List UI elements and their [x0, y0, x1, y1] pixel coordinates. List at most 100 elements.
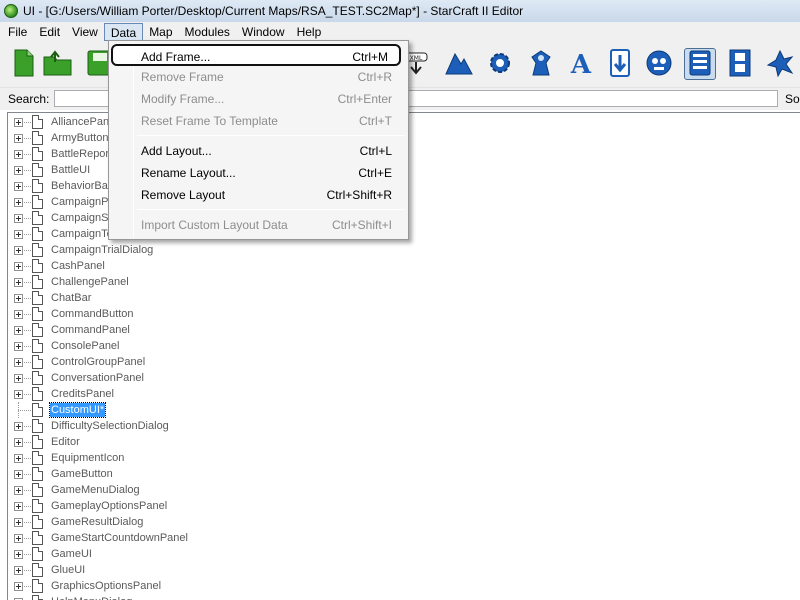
expand-plus-icon[interactable]: [14, 150, 23, 159]
tree-connector: [24, 314, 31, 315]
expand-plus-icon[interactable]: [14, 534, 23, 543]
tree-connector: [24, 234, 31, 235]
tree-item[interactable]: ConversationPanel: [8, 370, 308, 386]
tree-item[interactable]: CommandPanel: [8, 322, 308, 338]
tree-item[interactable]: GameplayOptionsPanel: [8, 498, 308, 514]
tree-item[interactable]: GameMenuDialog: [8, 482, 308, 498]
menu-item-rename-layout[interactable]: Rename Layout... Ctrl+E: [111, 162, 406, 184]
menu-help[interactable]: Help: [291, 23, 328, 41]
menu-item-label: Import Custom Layout Data: [141, 218, 288, 232]
expand-plus-icon[interactable]: [14, 342, 23, 351]
expand-plus-icon[interactable]: [14, 326, 23, 335]
expand-plus-icon[interactable]: [14, 518, 23, 527]
tree-item-label: ConversationPanel: [51, 372, 144, 384]
expand-plus-icon[interactable]: [14, 582, 23, 591]
tree-item[interactable]: HelpMenuDialog: [8, 594, 308, 600]
tree-connector: [24, 250, 31, 251]
ui-editor-button[interactable]: [684, 48, 716, 80]
triggers-gear-button[interactable]: [484, 48, 516, 80]
import-arrow-button[interactable]: [604, 48, 636, 80]
expand-plus-icon[interactable]: [14, 182, 23, 191]
expand-plus-icon[interactable]: [14, 118, 23, 127]
terrain-icon: [445, 50, 473, 79]
expand-plus-icon[interactable]: [14, 454, 23, 463]
menu-file[interactable]: File: [2, 23, 33, 41]
expand-plus-icon[interactable]: [14, 134, 23, 143]
tree-item[interactable]: ControlGroupPanel: [8, 354, 308, 370]
tree-item[interactable]: GameResultDialog: [8, 514, 308, 530]
expand-plus-icon[interactable]: [14, 502, 23, 511]
expand-plus-icon[interactable]: [14, 470, 23, 479]
menu-item-add-layout[interactable]: Add Layout... Ctrl+L: [111, 140, 406, 162]
tree-item[interactable]: GameStartCountdownPanel: [8, 530, 308, 546]
expand-plus-icon[interactable]: [14, 390, 23, 399]
tree-connector: [24, 218, 31, 219]
expand-plus-icon[interactable]: [14, 438, 23, 447]
window-title: UI - [G:/Users/William Porter/Desktop/Cu…: [23, 4, 524, 18]
tree-item-label: CommandButton: [51, 308, 134, 320]
data-unit-button[interactable]: [525, 48, 557, 80]
tree-item[interactable]: ChallengePanel: [8, 274, 308, 290]
tree-item[interactable]: DifficultySelectionDialog: [8, 418, 308, 434]
tree-item[interactable]: CreditsPanel: [8, 386, 308, 402]
document-icon: [32, 387, 43, 401]
menu-item-label: Rename Layout...: [141, 166, 236, 180]
document-icon: [32, 467, 43, 481]
expand-plus-icon[interactable]: [14, 422, 23, 431]
expand-plus-icon[interactable]: [14, 278, 23, 287]
document-icon: [32, 371, 43, 385]
expand-plus-icon[interactable]: [14, 214, 23, 223]
new-file-button[interactable]: [8, 48, 40, 80]
tree-item[interactable]: CashPanel: [8, 258, 308, 274]
menu-edit[interactable]: Edit: [33, 23, 66, 41]
expand-plus-icon[interactable]: [14, 566, 23, 575]
tree-connector: [24, 586, 31, 587]
expand-plus-icon[interactable]: [14, 358, 23, 367]
tree-item-label: GameUI: [51, 548, 92, 560]
document-icon: [32, 403, 43, 417]
document-icon: [32, 515, 43, 529]
menu-item-add-frame[interactable]: Add Frame... Ctrl+M: [111, 44, 401, 66]
expand-plus-icon[interactable]: [14, 230, 23, 239]
tree-item[interactable]: CustomUI*: [8, 402, 308, 418]
film-button[interactable]: [724, 48, 756, 80]
ai-button[interactable]: [764, 48, 796, 80]
tree-connector: [24, 282, 31, 283]
menu-map[interactable]: Map: [143, 23, 178, 41]
menu-item-label: Modify Frame...: [141, 92, 225, 106]
terrain-button[interactable]: [443, 48, 475, 80]
data-unit-icon: [527, 49, 555, 80]
tree-item[interactable]: EquipmentIcon: [8, 450, 308, 466]
expand-plus-icon[interactable]: [14, 166, 23, 175]
expand-plus-icon[interactable]: [14, 374, 23, 383]
tree-item[interactable]: Editor: [8, 434, 308, 450]
expand-plus-icon[interactable]: [14, 550, 23, 559]
tree-item-label: GraphicsOptionsPanel: [51, 580, 162, 592]
expand-plus-icon[interactable]: [14, 198, 23, 207]
tree-item[interactable]: GlueUI: [8, 562, 308, 578]
text-button[interactable]: A: [565, 48, 597, 80]
tree-item[interactable]: ChatBar: [8, 290, 308, 306]
menu-data[interactable]: Data: [103, 22, 144, 41]
tree-item[interactable]: GameUI: [8, 546, 308, 562]
expand-plus-icon[interactable]: [14, 294, 23, 303]
menu-window[interactable]: Window: [236, 23, 291, 41]
tree-item-label: GameplayOptionsPanel: [51, 500, 168, 512]
menu-view[interactable]: View: [66, 23, 104, 41]
tree-item[interactable]: CommandButton: [8, 306, 308, 322]
menu-item-shortcut: Ctrl+L: [359, 144, 392, 158]
sort-label[interactable]: Sort: [785, 92, 800, 106]
tree-item[interactable]: ConsolePanel: [8, 338, 308, 354]
expand-plus-icon[interactable]: [14, 310, 23, 319]
cinematics-face-button[interactable]: [643, 48, 675, 80]
expand-plus-icon[interactable]: [14, 246, 23, 255]
expand-plus-icon[interactable]: [14, 486, 23, 495]
menu-item-remove-layout[interactable]: Remove Layout Ctrl+Shift+R: [111, 184, 406, 206]
tree-item[interactable]: GraphicsOptionsPanel: [8, 578, 308, 594]
tree-item[interactable]: GameButton: [8, 466, 308, 482]
open-folder-button[interactable]: [42, 48, 74, 80]
tree-item-label: EquipmentIcon: [51, 452, 125, 464]
expand-plus-icon[interactable]: [14, 262, 23, 271]
tree-item[interactable]: CampaignTrialDialog: [8, 242, 308, 258]
menu-modules[interactable]: Modules: [179, 23, 236, 41]
